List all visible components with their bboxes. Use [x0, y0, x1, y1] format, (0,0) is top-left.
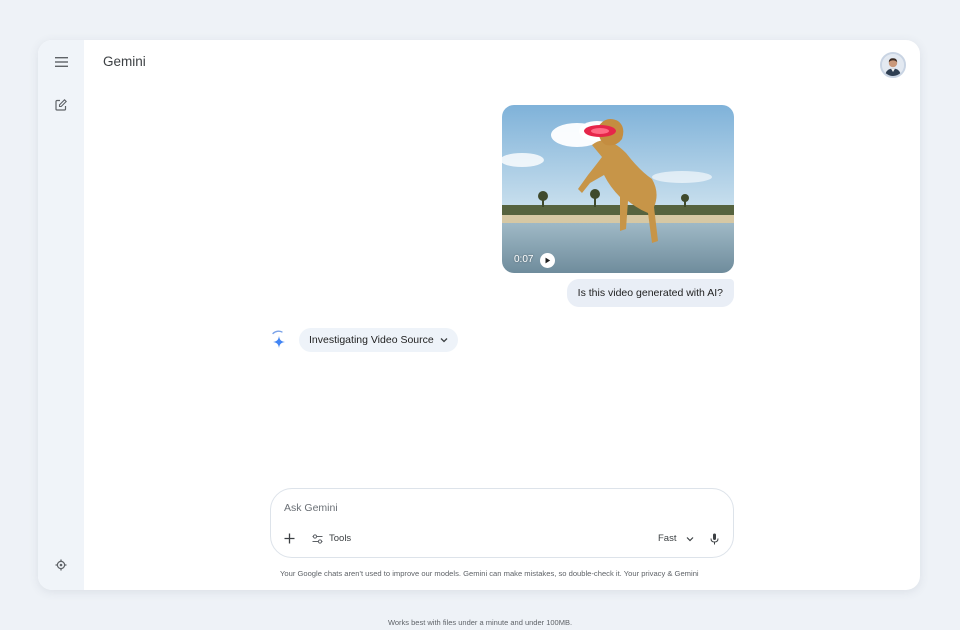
microphone-button[interactable] — [710, 533, 719, 545]
tune-sliders-icon — [312, 533, 323, 544]
menu-button[interactable] — [51, 52, 71, 72]
avatar-photo — [882, 54, 904, 76]
gemini-sparkle-icon — [272, 330, 285, 348]
edit-new-chat-icon — [55, 99, 67, 111]
plus-icon — [284, 533, 295, 544]
side-rail — [38, 40, 84, 590]
settings-button[interactable] — [51, 555, 71, 575]
chevron-down-icon — [440, 338, 448, 343]
video-thumbnail — [502, 105, 734, 273]
disclaimer-text: Your Google chats aren't used to improve… — [280, 569, 699, 578]
thinking-status-label: Investigating Video Source — [309, 334, 434, 346]
new-chat-button[interactable] — [51, 95, 71, 115]
gear-icon — [55, 559, 67, 571]
hamburger-menu-icon — [54, 57, 68, 67]
app-title: Gemini — [103, 54, 146, 69]
footer-note: Works best with files under a minute and… — [387, 618, 573, 627]
microphone-icon — [710, 533, 719, 545]
model-label: Fast — [658, 533, 677, 544]
tools-button[interactable]: Tools — [312, 533, 351, 544]
tools-label: Tools — [329, 533, 352, 544]
app-window: Gemini 0:07 Is this video generated with… — [38, 40, 920, 590]
video-play-button[interactable] — [540, 253, 555, 268]
chat-main: Gemini 0:07 Is this video generated with… — [84, 40, 920, 590]
video-duration: 0:07 — [514, 254, 534, 265]
thinking-status-chip[interactable]: Investigating Video Source — [299, 328, 458, 352]
video-attachment[interactable]: 0:07 — [502, 105, 734, 273]
model-selector[interactable]: Fast — [658, 533, 694, 544]
user-message-bubble: Is this video generated with AI? — [566, 279, 734, 307]
prompt-input[interactable] — [284, 499, 704, 517]
account-avatar[interactable] — [880, 52, 906, 78]
add-attachment-button[interactable] — [284, 533, 295, 544]
prompt-composer: Tools Fast — [270, 488, 734, 558]
play-icon — [545, 257, 551, 264]
chevron-down-icon — [687, 536, 694, 541]
